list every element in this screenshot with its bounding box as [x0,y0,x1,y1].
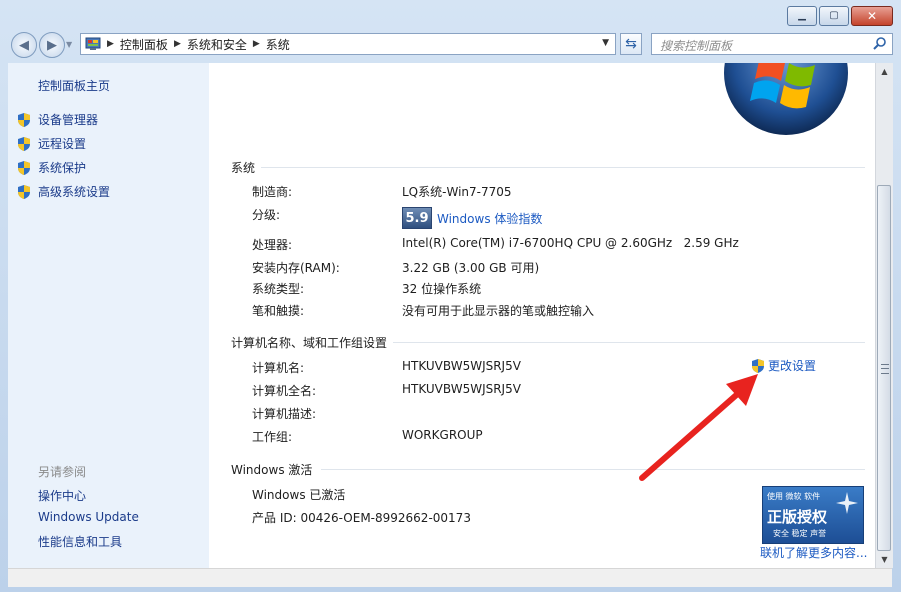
refresh-icon: ⇆ [625,36,637,52]
scroll-down-arrow-icon[interactable]: ▼ [876,551,893,568]
sidebar-item-system-protection[interactable]: 系统保护 [16,159,86,176]
navigation-bar: ◀ ▶ ▼ ▶ 控制面板 ▶ 系统和安全 ▶ 系统 ▼ ⇆ 搜索控制面板 [0,30,901,58]
experience-index-link[interactable]: Windows 体验指数 [437,210,542,227]
see-also-windows-update[interactable]: Windows Update [38,510,139,524]
breadcrumb-separator[interactable]: ▶ [107,39,114,49]
activation-section-heading: Windows 激活 [231,463,313,477]
system-section-heading: 系统 [231,161,256,175]
experience-index-rating[interactable]: 5.9 Windows 体验指数 [402,207,542,229]
recent-pages-dropdown[interactable]: ▼ [66,40,72,49]
minimize-icon: ▁ [798,10,806,21]
window-controls: ▁ ▢ ✕ [785,6,893,26]
breadcrumb-separator[interactable]: ▶ [253,39,260,49]
full-computer-name-value: HTKUVBW5WJSRJ5V [402,382,521,396]
sidebar-item-device-manager[interactable]: 设备管理器 [16,111,98,128]
system-type-value: 32 位操作系统 [402,282,482,296]
forward-arrow-icon: ▶ [47,37,57,53]
uac-shield-icon [18,112,30,127]
processor-value: Intel(R) Core(TM) i7-6700HQ CPU @ 2.60GH… [402,236,739,250]
breadcrumb-system-security[interactable]: 系统和安全 [187,36,247,53]
ram-label: 安装内存(RAM): [252,261,340,275]
genuine-badge-top-text: 使用 微软 软件 [767,492,821,501]
breadcrumb-separator[interactable]: ▶ [174,39,181,49]
minimize-button[interactable]: ▁ [787,6,817,26]
maximize-icon: ▢ [829,10,839,21]
full-computer-name-label: 计算机全名: [252,384,317,398]
maximize-button[interactable]: ▢ [819,6,849,26]
vertical-scrollbar[interactable]: ▲ ▼ [875,63,893,568]
ram-value: 3.22 GB (3.00 GB 可用) [402,261,540,275]
scrollbar-thumb[interactable] [877,185,891,551]
sidebar-item-label: 高级系统设置 [38,185,111,199]
uac-shield-icon [18,136,30,151]
search-icon[interactable] [873,36,887,50]
control-panel-icon [85,37,101,50]
system-window: ▁ ▢ ✕ ◀ ▶ ▼ ▶ 控制面板 ▶ 系统和安全 ▶ 系统 ▼ ⇆ 搜索控制… [0,0,901,592]
processor-label: 处理器: [252,238,293,252]
pen-touch-value: 没有可用于此显示器的笔或触控输入 [402,304,595,318]
product-id: 产品 ID: 00426-OEM-8992662-00173 [252,511,471,525]
rating-label: 分级: [252,208,281,222]
workgroup-label: 工作组: [252,430,293,444]
see-also-action-center[interactable]: 操作中心 [38,487,86,504]
section-divider [321,469,865,470]
section-divider [261,167,865,168]
control-panel-home-link[interactable]: 控制面板主页 [38,77,110,94]
computer-name-section-heading: 计算机名称、域和工作组设置 [231,336,388,350]
forward-button[interactable]: ▶ [39,32,65,58]
genuine-microsoft-badge: 使用 微软 软件 正版授权 安全 稳定 声誉 [762,486,864,544]
back-arrow-icon: ◀ [19,37,29,53]
annotation-red-arrow [639,374,758,481]
genuine-star-icon [836,492,858,514]
system-type-label: 系统类型: [252,282,305,296]
address-dropdown-icon[interactable]: ▼ [602,38,609,48]
uac-shield-icon [18,184,30,199]
status-bar [8,568,892,587]
back-button[interactable]: ◀ [11,32,37,58]
uac-shield-icon [18,160,30,175]
search-box[interactable]: 搜索控制面板 [651,33,893,55]
grip-icon [881,364,889,374]
sidebar-item-remote-settings[interactable]: 远程设置 [16,135,86,152]
change-settings-label[interactable]: 更改设置 [768,357,816,374]
close-button[interactable]: ✕ [851,6,893,26]
windows-logo [724,63,848,135]
sidebar-item-label: 远程设置 [38,137,87,151]
computer-name-value: HTKUVBW5WJSRJ5V [402,359,521,373]
workgroup-value: WORKGROUP [402,428,483,442]
learn-more-online-link[interactable]: 联机了解更多内容... [760,544,867,561]
sidebar-item-label: 系统保护 [38,161,87,175]
see-also-heading: 另请参阅 [38,465,87,479]
system-info-panel: 系统 制造商: LQ系统-Win7-7705 分级: 5.9 Windows 体… [209,63,875,568]
genuine-badge-bottom-text: 安全 稳定 声誉 [773,529,827,538]
manufacturer-value: LQ系统-Win7-7705 [402,185,512,199]
sidebar-item-label: 设备管理器 [38,113,99,127]
search-placeholder: 搜索控制面板 [660,39,733,53]
address-bar[interactable]: ▶ 控制面板 ▶ 系统和安全 ▶ 系统 ▼ [80,33,616,55]
refresh-button[interactable]: ⇆ [620,33,642,55]
see-also-performance-tools[interactable]: 性能信息和工具 [38,533,122,550]
scroll-up-arrow-icon[interactable]: ▲ [876,63,893,80]
computer-name-label: 计算机名: [252,361,305,375]
pen-touch-label: 笔和触摸: [252,304,305,318]
genuine-badge-title: 正版授权 [767,508,828,526]
section-divider [393,342,865,343]
task-sidebar: 控制面板主页 设备管理器 远程设置 系统保护 高级系统设置 另请参阅 操作中心 … [8,63,209,568]
computer-description-label: 计算机描述: [252,407,317,421]
close-icon: ✕ [866,9,878,23]
manufacturer-label: 制造商: [252,185,293,199]
rating-score-badge: 5.9 [402,207,432,229]
sidebar-item-advanced-settings[interactable]: 高级系统设置 [16,183,110,200]
activation-status: Windows 已激活 [252,488,346,502]
breadcrumb-system[interactable]: 系统 [266,36,290,53]
breadcrumb-control-panel[interactable]: 控制面板 [120,36,168,53]
